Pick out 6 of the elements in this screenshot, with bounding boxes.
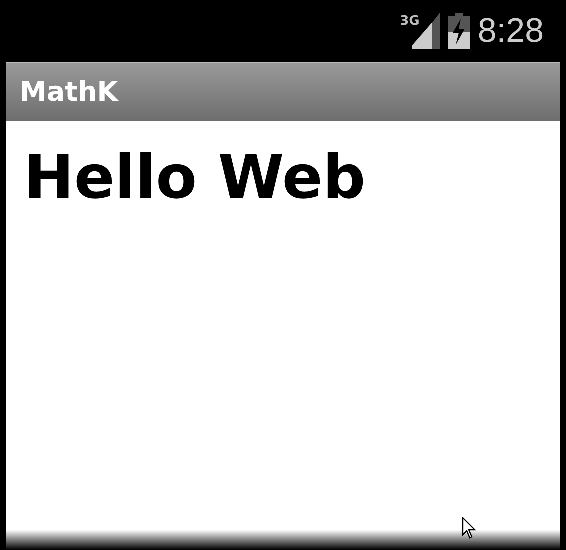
battery-charging-icon: [448, 13, 470, 49]
mouse-pointer-icon: [462, 517, 476, 539]
network-type: 3G: [400, 15, 420, 28]
clock: 8:28: [478, 14, 544, 48]
app-title: MathK: [20, 76, 118, 108]
heading: Hello Web: [24, 145, 367, 211]
